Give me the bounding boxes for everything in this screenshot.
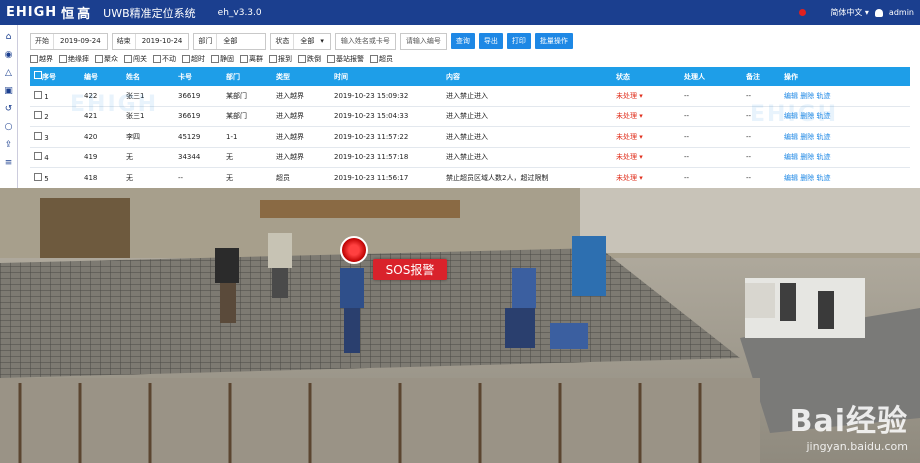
logo-chinese: 恒高: [61, 7, 94, 22]
row-checkbox: [34, 152, 42, 161]
status-dropdown[interactable]: 未处理 ▾: [616, 91, 684, 101]
dept-select[interactable]: 部门 全部: [193, 32, 267, 50]
sos-alert-label[interactable]: SOS报警: [373, 259, 447, 280]
delete-link[interactable]: 删除: [800, 174, 814, 182]
checkbox-type[interactable]: 绝缘摔: [59, 54, 89, 64]
logo-watermark: EHIGH: [70, 92, 159, 117]
header-ops: 操作: [784, 72, 798, 81]
version-label: eh_v3.3.0: [217, 7, 262, 18]
row-checkbox: [34, 172, 42, 181]
row-checkbox: [34, 111, 42, 120]
header-handler: 处理人: [684, 72, 705, 81]
end-date-field[interactable]: 结束 2019-10-24: [111, 32, 190, 50]
export-button[interactable]: 导出: [478, 33, 503, 49]
row-checkbox: [34, 90, 42, 99]
edit-link[interactable]: 编辑: [784, 92, 798, 100]
track-link[interactable]: 轨迹: [816, 153, 830, 161]
type-checkbox-row: 越界 绝缘摔 聚众 闯关 不动 超时 静固 离群 报到 跌倒 基站报警 超员: [30, 54, 393, 64]
user-name[interactable]: admin: [889, 8, 914, 17]
baidu-watermark-url: jingyan.baidu.com: [806, 440, 908, 453]
id-search-input[interactable]: 请输入编号: [399, 32, 447, 50]
status-dropdown[interactable]: 未处理 ▾: [616, 152, 684, 162]
checkbox-type[interactable]: 闯关: [124, 54, 147, 64]
header-content: 内容: [446, 72, 460, 81]
checkbox-type[interactable]: 跌倒: [298, 54, 321, 64]
status-dropdown[interactable]: 未处理 ▾: [616, 132, 684, 142]
track-link[interactable]: 轨迹: [816, 174, 830, 182]
sos-location-pin-icon[interactable]: [340, 236, 368, 264]
delete-link[interactable]: 删除: [800, 92, 814, 100]
table-row: 4 419 无 34344 无 进入越界 2019-10-23 11:57:18…: [30, 147, 910, 168]
history-icon[interactable]: ↺: [3, 104, 14, 115]
alarm-icon[interactable]: [799, 9, 807, 16]
checkbox-type[interactable]: 不动: [153, 54, 176, 64]
header-name: 姓名: [126, 72, 140, 81]
logo-watermark: EHIGH: [750, 102, 839, 127]
user-icon: [874, 8, 883, 17]
row-checkbox: [34, 131, 42, 140]
edit-link[interactable]: 编辑: [784, 153, 798, 161]
circle-icon[interactable]: ○: [3, 122, 14, 133]
status-dropdown[interactable]: 未处理 ▾: [616, 173, 684, 183]
home-icon[interactable]: ⌂: [3, 32, 14, 43]
edit-link[interactable]: 编辑: [784, 174, 798, 182]
table-header: 序号 编号 姓名 卡号 部门 类型 时间 内容 状态 处理人 备注 操作: [30, 67, 910, 86]
filter-bar: 开始 2019-09-24 结束 2019-10-24 部门 全部 状态 全部 ▾…: [30, 32, 573, 50]
header-status: 状态: [616, 72, 630, 81]
batch-button[interactable]: 批量操作: [534, 33, 573, 49]
list-icon[interactable]: ≡: [3, 158, 14, 169]
checkbox-type[interactable]: 离群: [240, 54, 263, 64]
checkbox-type[interactable]: 越界: [30, 54, 53, 64]
header-id: 编号: [84, 72, 98, 81]
header-note: 备注: [746, 72, 760, 81]
checkbox-type[interactable]: 基站报警: [327, 54, 364, 64]
site-photo: SOS报警 Bai经验 jingyan.baidu.com: [0, 188, 920, 463]
checkbox-type[interactable]: 聚众: [95, 54, 118, 64]
header-time: 时间: [334, 72, 348, 81]
sidebar: ⌂ ◉ △ ▣ ↺ ○ ⇪ ≡: [0, 25, 18, 188]
alarm-table: 序号 编号 姓名 卡号 部门 类型 时间 内容 状态 处理人 备注 操作 1 4…: [30, 67, 910, 189]
query-button[interactable]: 查询: [450, 33, 475, 49]
table-row: 5 418 无 -- 无 超员 2019-10-23 11:56:17 禁止超员…: [30, 168, 910, 189]
status-select[interactable]: 状态 全部 ▾: [270, 32, 331, 50]
app-title: UWB精准定位系统: [103, 6, 196, 20]
language-select[interactable]: 简体中文 ▾: [830, 7, 869, 18]
checkbox-type[interactable]: 超时: [182, 54, 205, 64]
baidu-watermark-main: Bai经验: [789, 404, 908, 439]
start-date-field[interactable]: 开始 2019-09-24: [30, 32, 108, 50]
header-dept: 部门: [226, 72, 240, 81]
delete-link[interactable]: 删除: [800, 153, 814, 161]
top-right-area: 简体中文 ▾ admin: [799, 0, 914, 25]
print-button[interactable]: 打印: [506, 33, 531, 49]
construction-scene: [0, 188, 920, 463]
header-index[interactable]: 序号: [30, 71, 84, 82]
alert-icon[interactable]: △: [3, 68, 14, 79]
checkbox-type[interactable]: 报到: [269, 54, 292, 64]
track-link[interactable]: 轨迹: [816, 92, 830, 100]
track-link[interactable]: 轨迹: [816, 133, 830, 141]
header-card: 卡号: [178, 72, 192, 81]
checkbox-type[interactable]: 静固: [211, 54, 234, 64]
delete-link[interactable]: 删除: [800, 133, 814, 141]
eye-icon[interactable]: ◉: [3, 50, 14, 61]
header-type: 类型: [276, 72, 290, 81]
top-bar: EHIGH 恒高 UWB精准定位系统 eh_v3.3.0 简体中文 ▾ admi…: [0, 0, 920, 25]
table-row: 3 420 李四 45129 1-1 进入越界 2019-10-23 11:57…: [30, 127, 910, 148]
logo-text: EHIGH: [6, 5, 58, 20]
status-dropdown[interactable]: 未处理 ▾: [616, 111, 684, 121]
name-search-input[interactable]: 输入姓名或卡号: [334, 32, 396, 50]
export-icon[interactable]: ⇪: [3, 140, 14, 151]
edit-link[interactable]: 编辑: [784, 133, 798, 141]
video-icon[interactable]: ▣: [3, 86, 14, 97]
checkbox-type[interactable]: 超员: [370, 54, 393, 64]
baidu-watermark: Bai经验 jingyan.baidu.com: [790, 396, 908, 453]
